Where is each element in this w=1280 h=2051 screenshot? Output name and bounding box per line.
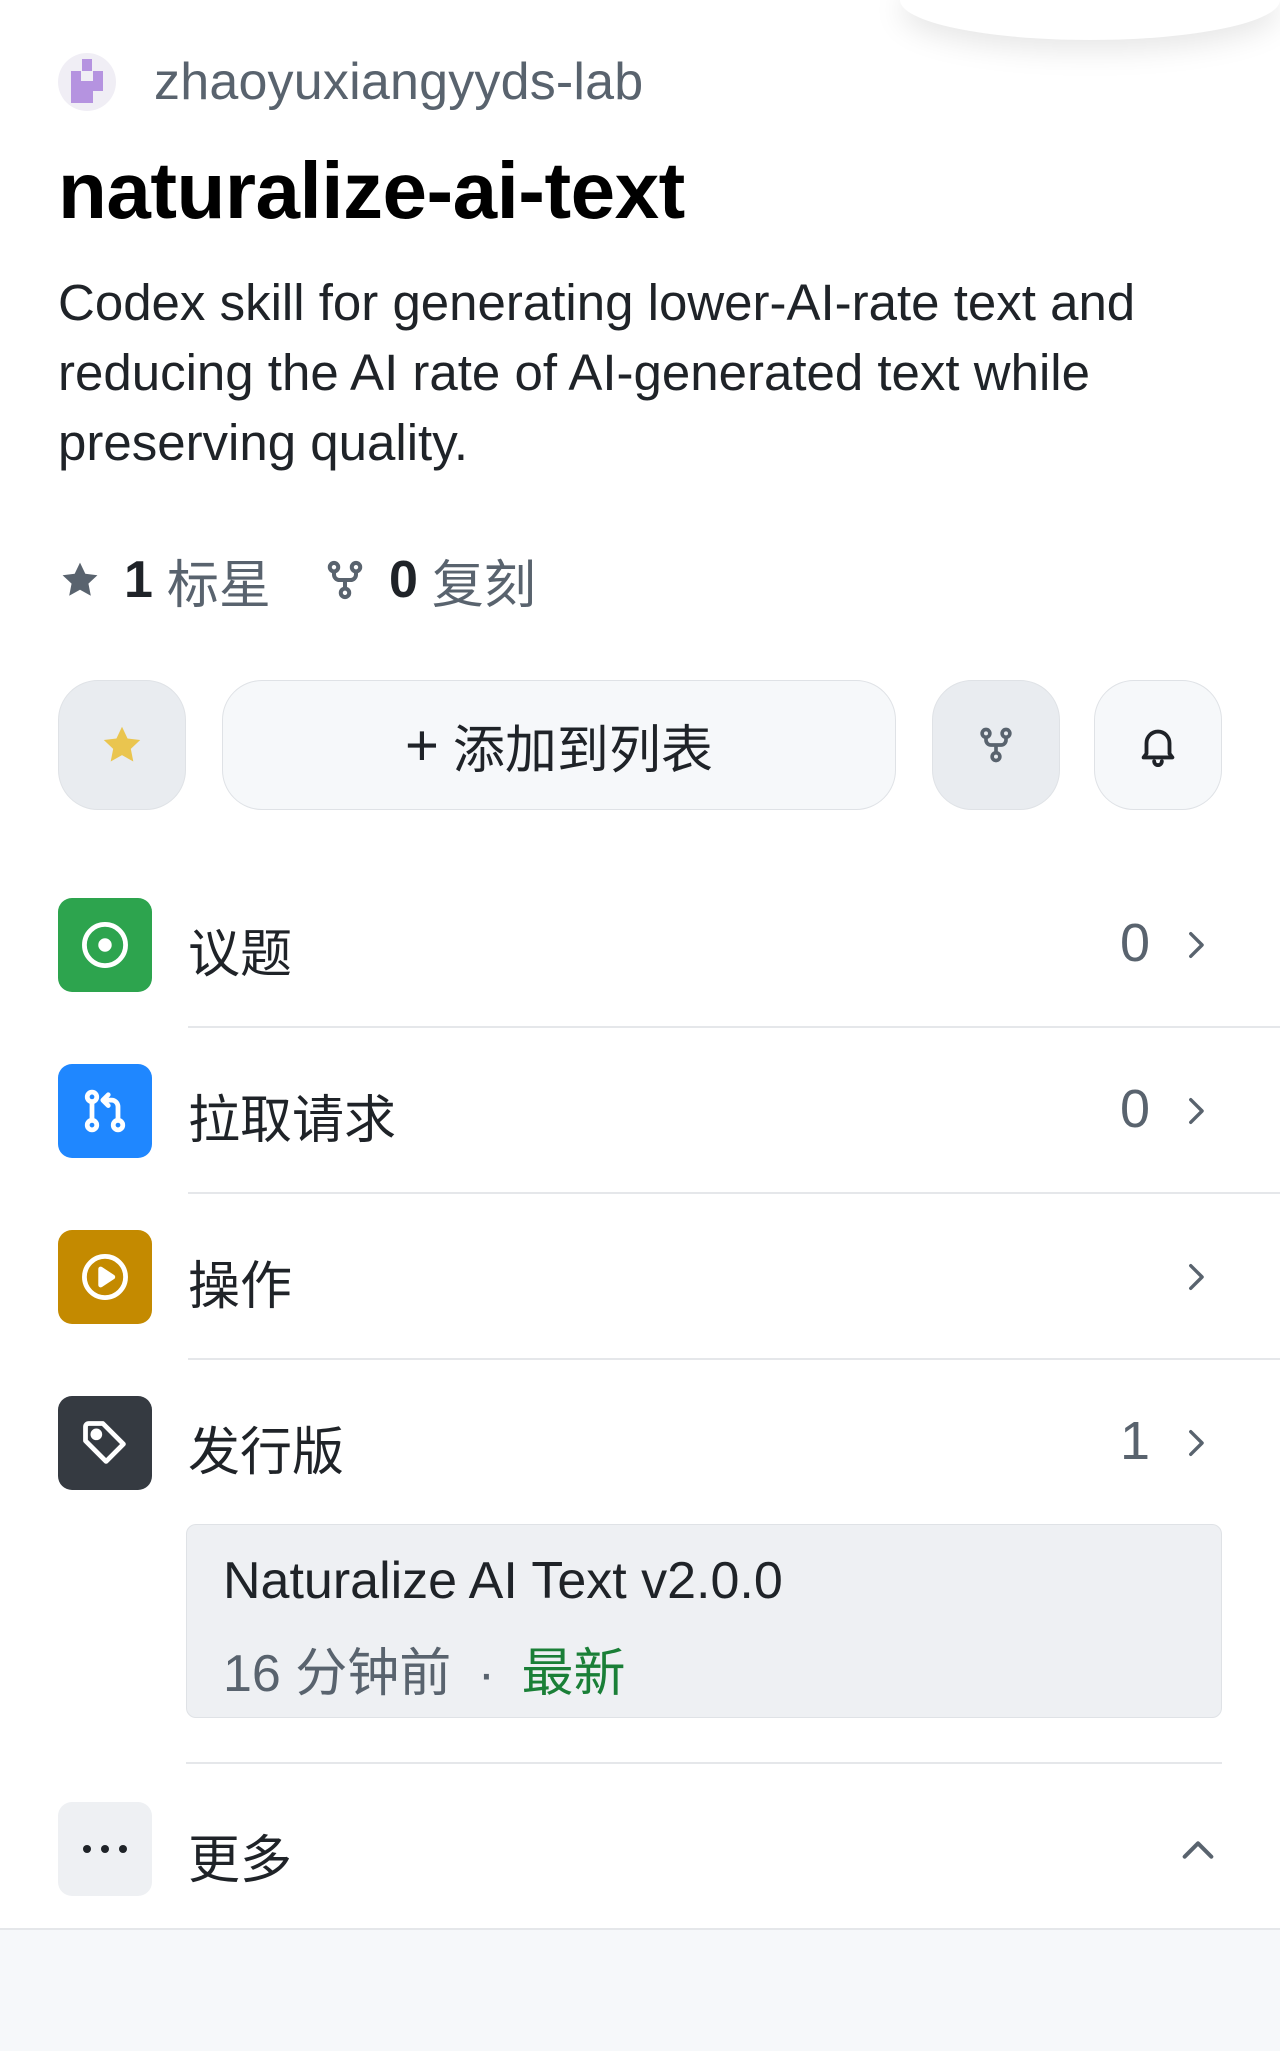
stars-stat[interactable]: 1 标星 bbox=[58, 543, 271, 618]
latest-badge: 最新 bbox=[521, 1645, 626, 1703]
latest-release-card[interactable]: Naturalize AI Text v2.0.0 16 分钟前 · 最新 bbox=[186, 1524, 1222, 1718]
stars-label: 标星 bbox=[166, 556, 271, 615]
bell-icon bbox=[1141, 729, 1175, 768]
chevron-right-icon bbox=[1189, 931, 1204, 959]
more-tile bbox=[58, 1802, 152, 1896]
fork-button[interactable] bbox=[932, 680, 1060, 810]
releases-count: 1 bbox=[1119, 1411, 1150, 1471]
actions-label: 操作 bbox=[188, 1258, 293, 1316]
star-button[interactable] bbox=[58, 680, 186, 810]
chevron-right-icon bbox=[1189, 1429, 1204, 1457]
action-bar: + 添加到列表 bbox=[58, 680, 1222, 812]
issue-opened-icon bbox=[82, 922, 128, 968]
pull-requests-count: 0 bbox=[1119, 1079, 1150, 1139]
repo-stats: 1 标星 0 复刻 bbox=[58, 545, 536, 615]
top-shadow bbox=[900, 0, 1280, 40]
chevron-right-icon bbox=[1189, 1263, 1204, 1291]
repo-menu: 议题 0 拉取请求 0 操作 发行版 1 bbox=[0, 862, 1280, 1526]
star-filled-icon bbox=[103, 726, 141, 762]
owner-avatar bbox=[58, 53, 116, 111]
repo-description: Codex skill for generating lower-AI-rate… bbox=[58, 274, 1136, 471]
release-meta: 16 分钟前 · 最新 bbox=[223, 1631, 626, 1706]
release-separator: · bbox=[477, 1645, 496, 1703]
owner-link[interactable]: zhaoyuxiangyyds-lab bbox=[58, 52, 643, 112]
pull-requests-tile bbox=[58, 1064, 152, 1158]
forks-label: 复刻 bbox=[431, 556, 536, 615]
pull-requests-label: 拉取请求 bbox=[188, 1092, 397, 1150]
releases-tile bbox=[58, 1396, 152, 1490]
issues-tile bbox=[58, 898, 152, 992]
chevron-up-icon bbox=[1182, 1841, 1214, 1859]
more-label: 更多 bbox=[188, 1832, 293, 1890]
add-to-list-button[interactable]: + 添加到列表 bbox=[222, 680, 896, 810]
fork-icon bbox=[327, 560, 363, 600]
actions-tile bbox=[58, 1230, 152, 1324]
menu-row-pull-requests[interactable]: 拉取请求 0 bbox=[0, 1028, 1280, 1194]
owner-name: zhaoyuxiangyyds-lab bbox=[154, 53, 644, 111]
play-icon bbox=[82, 1254, 128, 1300]
kebab-horizontal-icon bbox=[83, 1845, 127, 1853]
git-pull-request-icon bbox=[84, 1089, 126, 1133]
release-time: 16 分钟前 bbox=[223, 1645, 452, 1703]
watch-button[interactable] bbox=[1094, 680, 1222, 810]
forks-stat[interactable]: 0 复刻 bbox=[323, 543, 536, 618]
menu-row-issues[interactable]: 议题 0 bbox=[0, 862, 1280, 1028]
plus-icon: + bbox=[405, 712, 439, 778]
menu-row-actions[interactable]: 操作 bbox=[0, 1194, 1280, 1360]
repo-title: naturalize-ai-text bbox=[58, 146, 685, 235]
releases-label: 发行版 bbox=[188, 1424, 345, 1482]
add-to-list-label: 添加到列表 bbox=[452, 721, 713, 780]
divider bbox=[186, 1762, 1222, 1764]
tag-icon bbox=[83, 1421, 126, 1464]
stars-count: 1 bbox=[124, 551, 153, 609]
release-name: Naturalize AI Text v2.0.0 bbox=[223, 1552, 783, 1610]
footer-area bbox=[0, 1928, 1280, 2051]
menu-row-releases[interactable]: 发行版 1 bbox=[0, 1360, 1280, 1526]
issues-label: 议题 bbox=[188, 926, 293, 984]
forks-count: 0 bbox=[388, 551, 418, 609]
chevron-right-icon bbox=[1189, 1097, 1204, 1125]
star-icon bbox=[62, 562, 98, 596]
fork-icon bbox=[980, 727, 1012, 763]
more-row[interactable]: 更多 bbox=[0, 1800, 1280, 1898]
issues-count: 0 bbox=[1119, 913, 1150, 973]
